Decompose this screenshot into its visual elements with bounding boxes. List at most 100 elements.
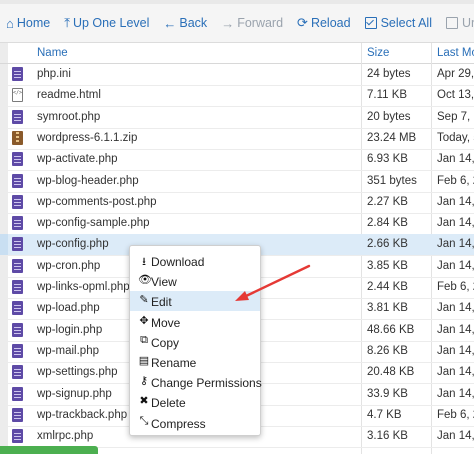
table-row[interactable]: php.ini 24 bytes Apr 29, 2 [0, 64, 474, 86]
key-icon: ⚷ [139, 375, 149, 388]
file-last-modified: Jan 14, 2 [437, 153, 474, 166]
php-file-icon [12, 258, 23, 273]
file-last-modified: Jan 14, 2 [437, 238, 474, 251]
file-name[interactable]: wp-config-sample.php [37, 217, 150, 229]
file-name[interactable]: wp-login.php [37, 324, 102, 336]
file-name[interactable]: wp-trackback.php [37, 409, 127, 421]
file-name[interactable]: wp-config.php [37, 238, 109, 250]
file-name[interactable]: wordpress-6.1.1.zip [37, 132, 137, 144]
menu-item-label: Change Permissions [151, 376, 262, 391]
menu-item-label: Rename [151, 356, 197, 370]
php-file-icon [12, 322, 23, 337]
file-last-modified: Jan 14, 2 [437, 366, 474, 379]
home-icon: ⌂ [6, 15, 14, 31]
file-name[interactable]: readme.html [37, 89, 101, 101]
file-last-modified: Jan 14, 2 [437, 259, 474, 272]
table-row[interactable]: wp-activate.php 6.93 KB Jan 14, 2 [0, 149, 474, 172]
table-row[interactable]: wp-config-sample.php 2.84 KB Jan 14, 2 [0, 213, 474, 236]
menu-item-change-permissions[interactable]: ⚷ Change Permissions [130, 372, 262, 392]
table-row[interactable]: wp-comments-post.php 2.27 KB Jan 14, 2 [0, 191, 474, 214]
menu-item-copy[interactable]: ⧉ Copy [130, 332, 260, 352]
file-name[interactable]: wp-cron.php [37, 260, 100, 272]
row-gutter [0, 191, 8, 213]
row-gutter [0, 298, 8, 320]
table-header: Name Size Last Mo [0, 43, 474, 64]
row-gutter [0, 64, 8, 85]
zip-file-icon [12, 130, 23, 145]
menu-item-move[interactable]: ✥ Move [130, 312, 260, 332]
file-last-modified: Jan 14, 2 [437, 323, 474, 336]
home-label: Home [16, 16, 51, 30]
file-size: 23.24 MB [367, 131, 417, 144]
reload-button[interactable]: ⟳ Reload [291, 4, 359, 42]
file-name[interactable]: wp-blog-header.php [37, 175, 139, 187]
file-last-modified: Feb 6, 20 [437, 408, 474, 421]
file-size: 8.26 KB [367, 344, 408, 357]
file-name[interactable]: xmlrpc.php [37, 430, 93, 442]
menu-item-edit[interactable]: ✎ Edit [130, 291, 260, 312]
file-size: 6.93 KB [367, 153, 408, 166]
row-gutter [0, 340, 8, 362]
row-gutter [0, 170, 8, 192]
menu-item-delete[interactable]: ✖ Delete [130, 392, 260, 412]
menu-item-label: Delete [151, 396, 186, 411]
file-last-modified: Apr 29, 2 [437, 68, 474, 80]
header-gutter [0, 43, 8, 63]
table-row[interactable]: readme.html 7.11 KB Oct 13, 2 [0, 85, 474, 108]
php-file-icon [12, 365, 23, 380]
file-last-modified: Jan 14, 2 [437, 430, 474, 443]
php-file-icon [12, 67, 23, 81]
forward-button[interactable]: → Forward [215, 4, 291, 42]
eye-icon: 👁 [138, 274, 152, 287]
menu-item-label: Download [151, 255, 205, 269]
menu-item-view[interactable]: 👁 View [130, 271, 260, 291]
checkbox-checked-icon [364, 17, 377, 29]
file-name[interactable]: php.ini [37, 68, 71, 80]
file-size: 20 bytes [367, 110, 411, 123]
menu-item-download[interactable]: ⭳ Download [130, 251, 260, 271]
table-row[interactable]: wp-blog-header.php 351 bytes Feb 6, 20 [0, 170, 474, 193]
size-column-header[interactable]: Size [367, 47, 389, 59]
file-name[interactable]: symroot.php [37, 111, 100, 123]
unselect-all-button[interactable]: Unselect All [440, 4, 474, 42]
file-size: 3.16 KB [367, 430, 408, 443]
file-name[interactable]: wp-mail.php [37, 345, 99, 357]
file-size: 24 bytes [367, 68, 411, 80]
file-name[interactable]: wp-activate.php [37, 153, 118, 165]
reload-label: Reload [310, 16, 351, 30]
refresh-icon: ⟳ [297, 15, 308, 30]
file-name[interactable]: wp-links-opml.php [37, 281, 130, 293]
up-one-level-button[interactable]: ⤒ Up One Level [58, 4, 157, 42]
row-gutter [0, 213, 8, 235]
file-name[interactable]: wp-signup.php [37, 388, 112, 400]
table-row[interactable]: wordpress-6.1.1.zip 23.24 MB Today, 5 [0, 127, 474, 150]
row-gutter [0, 149, 8, 171]
file-last-modified: Jan 14, 2 [437, 302, 474, 315]
file-last-modified: Oct 13, 2 [437, 89, 474, 102]
row-gutter [0, 234, 8, 256]
php-file-icon [12, 237, 23, 252]
table-row[interactable]: symroot.php 20 bytes Sep 7, 2 [0, 106, 474, 129]
last-modified-column-header[interactable]: Last Mo [437, 47, 474, 59]
menu-item-rename[interactable]: ▤ Rename [130, 352, 260, 372]
menu-item-label: Edit [151, 295, 172, 310]
select-all-button[interactable]: Select All [359, 4, 440, 42]
back-button[interactable]: ← Back [157, 4, 215, 42]
file-size: 48.66 KB [367, 323, 415, 336]
home-button[interactable]: ⌂ Home [0, 4, 58, 42]
menu-item-label: Compress [151, 416, 206, 431]
php-file-icon [12, 152, 23, 167]
file-name[interactable]: wp-settings.php [37, 366, 118, 378]
file-name[interactable]: wp-load.php [37, 302, 100, 314]
file-name[interactable]: wp-comments-post.php [37, 196, 157, 208]
name-column-header[interactable]: Name [37, 47, 68, 59]
close-icon: ✖ [139, 395, 149, 408]
file-size: 33.9 KB [367, 387, 408, 400]
file-last-modified: Jan 14, 2 [437, 217, 474, 230]
context-menu: ⭳ Download 👁 View ✎ Edit ✥ Move ⧉ Copy ▤ Rename ⚷ Cha… [129, 245, 262, 436]
move-icon: ✥ [139, 314, 149, 327]
php-file-icon [12, 216, 23, 231]
unselect-all-label: Unselect All [461, 16, 474, 30]
file-icon: ▤ [138, 355, 150, 367]
menu-item-compress[interactable]: ⤡ Compress [130, 413, 260, 433]
